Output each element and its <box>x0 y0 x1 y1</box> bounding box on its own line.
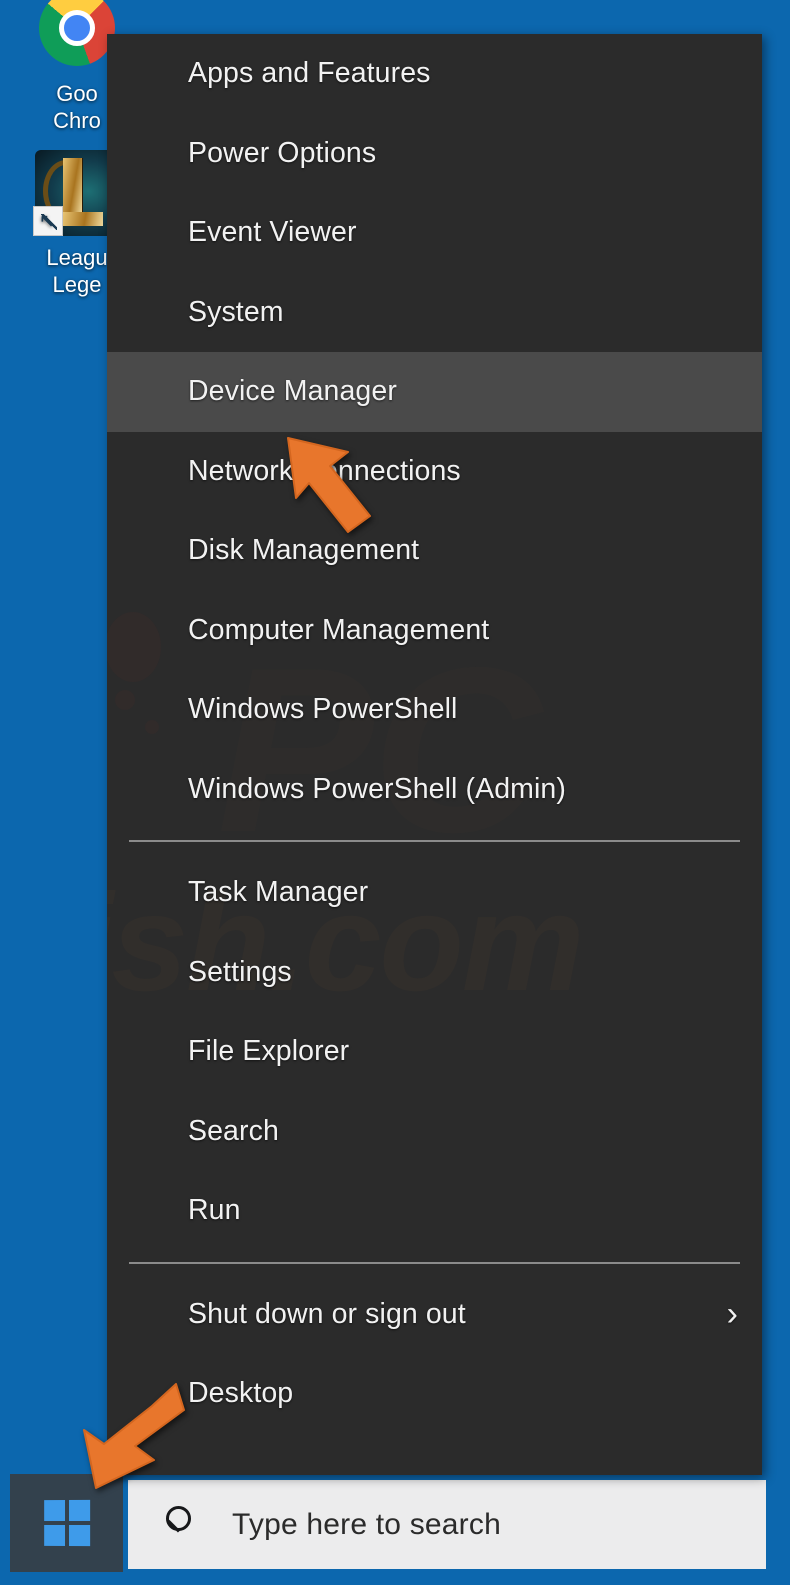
menu-separator <box>129 840 740 842</box>
menu-item-task-manager[interactable]: Task Manager <box>107 853 762 933</box>
menu-item-windows-powershell[interactable]: Windows PowerShell <box>107 670 762 750</box>
menu-item-power-options[interactable]: Power Options <box>107 114 762 194</box>
menu-item-label: System <box>188 295 284 328</box>
menu-item-label: Desktop <box>188 1377 294 1410</box>
windows-logo-icon <box>43 1499 90 1547</box>
menu-item-label: Windows PowerShell (Admin) <box>188 772 566 805</box>
menu-item-disk-management[interactable]: Disk Management <box>107 511 762 591</box>
menu-item-computer-management[interactable]: Computer Management <box>107 591 762 671</box>
menu-item-label: Device Manager <box>188 375 397 408</box>
chevron-right-icon: › <box>726 1295 738 1334</box>
menu-item-label: Search <box>188 1114 279 1147</box>
pointer-start-button-icon <box>83 1383 185 1489</box>
menu-item-label: Apps and Features <box>188 57 431 90</box>
menu-item-windows-powershell-admin[interactable]: Windows PowerShell (Admin) <box>107 750 762 830</box>
menu-item-run[interactable]: Run <box>107 1171 762 1251</box>
menu-item-shut-down-or-sign-out[interactable]: Shut down or sign out › <box>107 1275 762 1355</box>
menu-item-label: Computer Management <box>188 613 490 646</box>
winx-quick-link-menu: PC ish.com Apps and Features Power Option… <box>107 34 762 1475</box>
menu-item-system[interactable]: System <box>107 273 762 353</box>
menu-item-search[interactable]: Search <box>107 1092 762 1172</box>
shortcut-overlay-icon: ↗ <box>33 206 63 236</box>
menu-item-device-manager[interactable]: Device Manager <box>107 352 762 432</box>
search-icon <box>161 1503 205 1547</box>
menu-item-event-viewer[interactable]: Event Viewer <box>107 193 762 273</box>
menu-item-label: Event Viewer <box>188 216 357 249</box>
menu-item-apps-and-features[interactable]: Apps and Features <box>107 34 762 114</box>
menu-item-label: Run <box>188 1194 241 1227</box>
menu-item-label: Task Manager <box>188 876 369 909</box>
menu-item-desktop[interactable]: Desktop <box>107 1354 762 1434</box>
search-input-placeholder[interactable]: Type here to search <box>232 1508 501 1542</box>
pointer-device-manager-icon <box>287 437 371 533</box>
menu-item-label: Settings <box>188 955 292 988</box>
menu-item-network-connections[interactable]: Network Connections <box>107 432 762 512</box>
menu-item-settings[interactable]: Settings <box>107 933 762 1013</box>
menu-item-label: File Explorer <box>188 1035 350 1068</box>
menu-item-label: Shut down or sign out <box>188 1297 466 1330</box>
menu-separator <box>129 1261 740 1264</box>
menu-item-file-explorer[interactable]: File Explorer <box>107 1012 762 1092</box>
taskbar-search-box[interactable]: Type here to search <box>128 1480 766 1569</box>
menu-item-label: Power Options <box>188 136 377 169</box>
menu-item-label: Windows PowerShell <box>188 693 458 726</box>
